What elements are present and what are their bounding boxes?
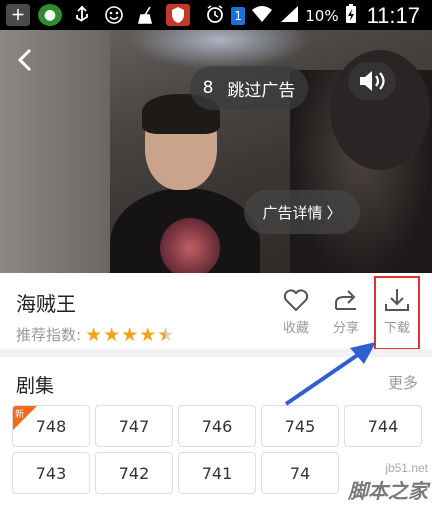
show-title: 海贼王 bbox=[16, 292, 76, 316]
circle-app-icon: ● bbox=[38, 4, 62, 26]
skip-countdown: 8 bbox=[202, 78, 214, 98]
episode-button[interactable]: 74 bbox=[261, 452, 339, 494]
new-badge-label: 新 bbox=[15, 410, 25, 420]
episode-number: 747 bbox=[118, 416, 150, 436]
shield-icon bbox=[166, 4, 190, 26]
favorite-button[interactable]: 收藏 bbox=[276, 287, 316, 336]
notification-icons: ＋ ● bbox=[6, 4, 190, 26]
episode-number: 74 bbox=[289, 463, 311, 483]
episode-number: 742 bbox=[118, 463, 150, 483]
broom-icon bbox=[134, 4, 158, 26]
clock: 11:17 bbox=[366, 3, 420, 28]
star-icon: ★ bbox=[103, 323, 121, 346]
heart-icon bbox=[283, 289, 309, 312]
annotation-arrow bbox=[284, 342, 376, 406]
notification-count-badge: 1 bbox=[231, 7, 246, 25]
watermark-site: jb51.net bbox=[385, 461, 428, 475]
usb-icon bbox=[70, 4, 94, 26]
chevron-right-icon: 〉 bbox=[326, 203, 342, 222]
chevron-left-icon bbox=[17, 48, 32, 72]
speaker-icon bbox=[360, 71, 385, 91]
video-frame-light bbox=[130, 30, 310, 70]
ad-detail-button[interactable]: 广告详情 〉 bbox=[244, 190, 360, 234]
battery-percent: 10% bbox=[305, 7, 339, 25]
episode-button[interactable]: 742 bbox=[95, 452, 173, 494]
ad-detail-label: 广告详情 bbox=[262, 203, 323, 222]
rating-label: 推荐指数: bbox=[16, 326, 82, 344]
download-highlight-box bbox=[374, 276, 420, 350]
episode-button[interactable]: 741 bbox=[178, 452, 256, 494]
episode-button[interactable]: 743 bbox=[12, 452, 90, 494]
sound-toggle-button[interactable] bbox=[348, 62, 396, 100]
episode-number: 748 bbox=[35, 416, 67, 436]
rating-stars: ★ ★ ★ ★ ★ bbox=[85, 323, 175, 346]
wifi-icon bbox=[251, 5, 273, 27]
back-button[interactable] bbox=[14, 46, 44, 76]
skip-ad-label: 跳过广告 bbox=[227, 80, 296, 101]
emoji-icon bbox=[102, 4, 126, 26]
more-link[interactable]: 更多 bbox=[388, 372, 418, 393]
video-frame-person bbox=[110, 94, 270, 273]
star-icon: ★ bbox=[139, 323, 157, 346]
episode-button[interactable]: 747 bbox=[95, 405, 173, 447]
episode-button[interactable]: 746 bbox=[178, 405, 256, 447]
watermark: jb51.net 脚本之家 bbox=[348, 461, 428, 504]
rating-row: 推荐指数: ★ ★ ★ ★ ★ bbox=[16, 324, 174, 345]
star-icon: ★ bbox=[85, 323, 103, 346]
episodes-title: 剧集 bbox=[16, 375, 55, 397]
watermark-name: 脚本之家 bbox=[348, 479, 428, 503]
half-star-icon: ★ bbox=[157, 323, 175, 346]
signal-icon bbox=[279, 5, 299, 27]
episode-number: 744 bbox=[367, 416, 399, 436]
episode-button[interactable]: 745 bbox=[261, 405, 339, 447]
status-bar: ＋ ● 1 10% 11:17 bbox=[0, 0, 432, 30]
battery-charging-icon bbox=[345, 4, 357, 28]
plus-square-icon: ＋ bbox=[6, 4, 30, 26]
system-status: 1 10% 11:17 bbox=[205, 3, 420, 29]
episode-button[interactable]: 新 748 bbox=[12, 405, 90, 447]
episode-number: 746 bbox=[201, 416, 233, 436]
episode-number: 745 bbox=[284, 416, 316, 436]
share-icon bbox=[335, 290, 356, 310]
episode-button[interactable]: 744 bbox=[344, 405, 422, 447]
share-button[interactable]: 分享 bbox=[326, 287, 366, 336]
alarm-icon bbox=[205, 4, 225, 28]
episode-number: 741 bbox=[201, 463, 233, 483]
star-icon: ★ bbox=[121, 323, 139, 346]
episode-number: 743 bbox=[35, 463, 67, 483]
skip-ad-button[interactable]: 8 跳过广告 bbox=[190, 66, 308, 110]
